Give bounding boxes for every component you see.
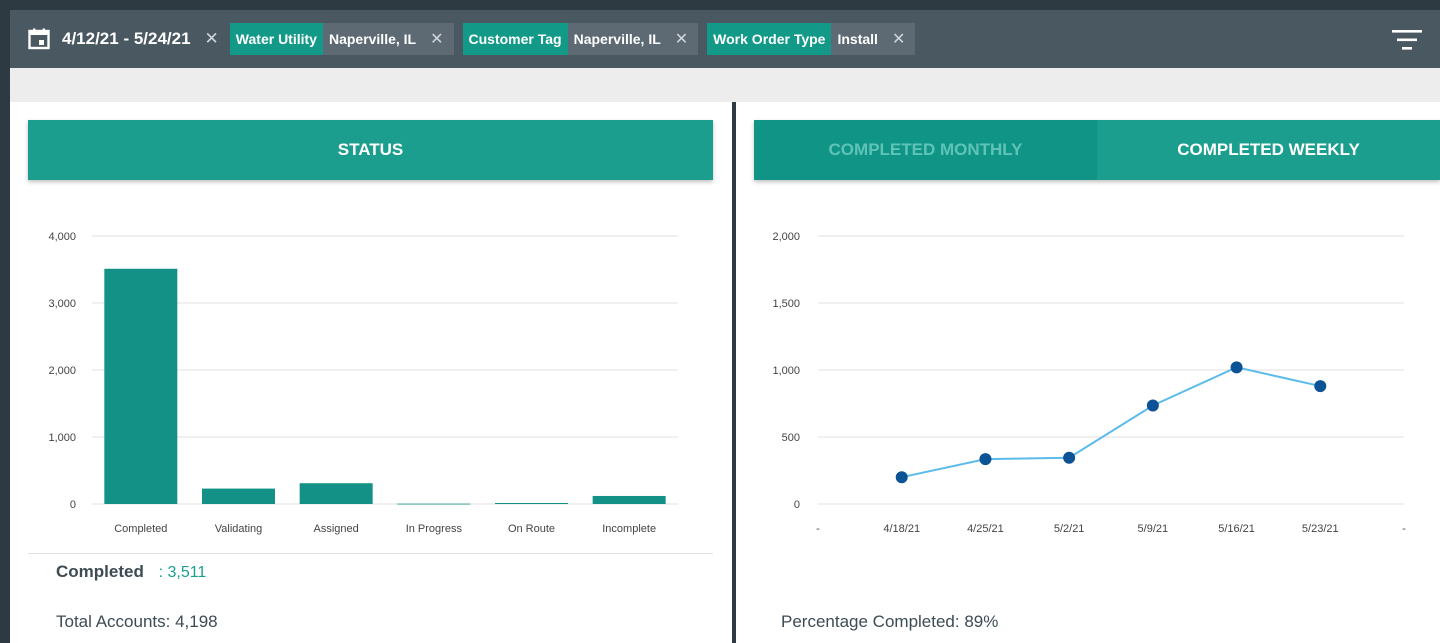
x-tick-label: Completed	[114, 523, 167, 535]
bar	[202, 488, 275, 504]
x-tick-label: 5/2/21	[1054, 523, 1085, 535]
y-tick-label: 1,000	[48, 432, 76, 444]
y-tick-label: 0	[794, 499, 800, 511]
data-point	[1063, 451, 1076, 464]
filter-chip-water-utility: Water Utility Naperville, IL ✕	[229, 23, 454, 55]
completed-summary: Completed : 3,511	[56, 562, 206, 582]
filter-bar: 4/12/21 - 5/24/21 ✕ Water Utility Naperv…	[10, 10, 1440, 68]
total-accounts: Total Accounts: 4,198	[56, 612, 218, 631]
chip-value: Naperville, IL	[573, 31, 661, 47]
bar	[299, 483, 373, 504]
x-tick-label: 5/16/21	[1218, 523, 1255, 535]
date-filter[interactable]: 4/12/21 - 5/24/21	[28, 28, 191, 50]
status-bar-chart: 0 1,000 2,000 3,000 4,000 Completed Validating…	[48, 231, 678, 535]
y-tick-label: 2,000	[772, 231, 800, 243]
x-tick-label: 5/23/21	[1302, 523, 1339, 535]
spacer-band	[10, 68, 1440, 102]
completed-value: : 3,511	[158, 564, 207, 581]
status-panel: STATUS 0 1,000 2,000 3,000 4,000 Completed Val…	[10, 102, 732, 643]
x-tick-label: In Progress	[406, 523, 463, 535]
filter-menu-icon[interactable]	[1392, 29, 1422, 51]
weekly-line-chart: 0 500 1,000 1,500 2,000 - 4/18/21 4/25/21 5/2/21…	[772, 231, 1406, 535]
x-tick-label: Incomplete	[602, 523, 656, 535]
tab-completed-weekly[interactable]: COMPLETED WEEKLY	[1097, 120, 1440, 180]
close-icon[interactable]: ✕	[205, 29, 219, 49]
bar	[104, 268, 178, 504]
data-point	[895, 471, 908, 484]
bar	[495, 502, 568, 504]
x-tick-label: 4/25/21	[967, 523, 1004, 535]
y-tick-label: 1,500	[772, 298, 800, 310]
chip-label: Customer Tag	[462, 23, 568, 55]
status-header: STATUS	[28, 120, 713, 180]
y-tick-label: 1,000	[772, 365, 800, 377]
y-tick-label: 0	[70, 499, 76, 511]
data-point	[1146, 399, 1159, 412]
close-icon[interactable]: ✕	[892, 29, 905, 49]
y-tick-label: 500	[782, 432, 800, 444]
x-tick-label: -	[816, 523, 820, 535]
completed-label: Completed	[56, 562, 144, 581]
x-tick-label: -	[1402, 523, 1406, 535]
calendar-icon[interactable]	[28, 28, 50, 50]
data-point	[1314, 380, 1327, 393]
chip-value: Naperville, IL	[328, 31, 417, 47]
divider	[28, 553, 713, 554]
tab-completed-monthly[interactable]: COMPLETED MONTHLY	[754, 120, 1097, 180]
date-range-text[interactable]: 4/12/21 - 5/24/21	[62, 29, 191, 49]
bar	[397, 503, 471, 505]
y-tick-label: 3,000	[48, 298, 76, 310]
chip-label: Water Utility	[229, 23, 323, 55]
series-line	[901, 366, 1321, 479]
x-tick-label: Validating	[215, 523, 263, 535]
data-point	[1230, 361, 1243, 374]
completed-panel: COMPLETED MONTHLY COMPLETED WEEKLY 0 500 1…	[736, 102, 1440, 643]
filter-chip-customer-tag: Customer Tag Naperville, IL ✕	[462, 23, 699, 55]
x-tick-label: 5/9/21	[1138, 523, 1169, 535]
filter-chip-work-order-type: Work Order Type Install ✕	[707, 23, 916, 55]
y-tick-label: 4,000	[48, 231, 76, 243]
close-icon[interactable]: ✕	[430, 29, 443, 49]
close-icon[interactable]: ✕	[675, 29, 688, 49]
completed-tabs: COMPLETED MONTHLY COMPLETED WEEKLY	[754, 120, 1440, 180]
x-tick-label: Assigned	[314, 523, 359, 535]
bar	[592, 495, 666, 504]
percentage-completed: Percentage Completed: 89%	[781, 612, 999, 631]
data-point	[979, 453, 992, 466]
y-tick-label: 2,000	[48, 365, 76, 377]
chip-label: Work Order Type	[707, 23, 832, 55]
x-tick-label: 4/18/21	[883, 523, 920, 535]
chip-value: Install	[837, 31, 878, 47]
x-tick-label: On Route	[508, 523, 555, 535]
